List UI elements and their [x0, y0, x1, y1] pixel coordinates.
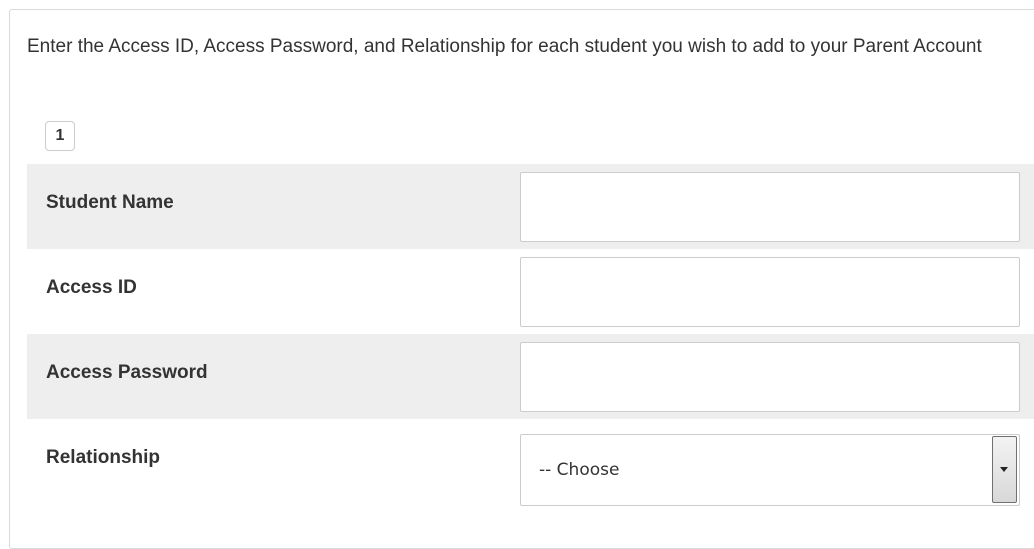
access-id-row: Access ID: [27, 249, 1034, 334]
access-id-label: Access ID: [46, 277, 137, 298]
student-name-label: Student Name: [46, 192, 174, 213]
student-name-input[interactable]: [520, 172, 1020, 242]
access-id-input[interactable]: [520, 257, 1020, 327]
access-password-input[interactable]: [520, 342, 1020, 412]
relationship-label: Relationship: [46, 447, 161, 468]
relationship-row: Relationship -- Choose: [27, 419, 1034, 506]
student-number-badge: 1: [45, 121, 75, 151]
relationship-select[interactable]: -- Choose: [520, 434, 1020, 506]
dropdown-toggle-button[interactable]: [992, 436, 1017, 503]
access-password-label: Access Password: [46, 362, 208, 383]
relationship-selected-value: -- Choose: [539, 460, 620, 480]
instructions-text: Enter the Access ID, Access Password, an…: [27, 36, 982, 57]
access-password-row: Access Password: [27, 334, 1034, 419]
student-name-row: Student Name: [27, 164, 1034, 249]
chevron-down-icon: [1000, 467, 1008, 472]
student-form: Student Name Access ID Access Password R…: [27, 164, 1034, 506]
